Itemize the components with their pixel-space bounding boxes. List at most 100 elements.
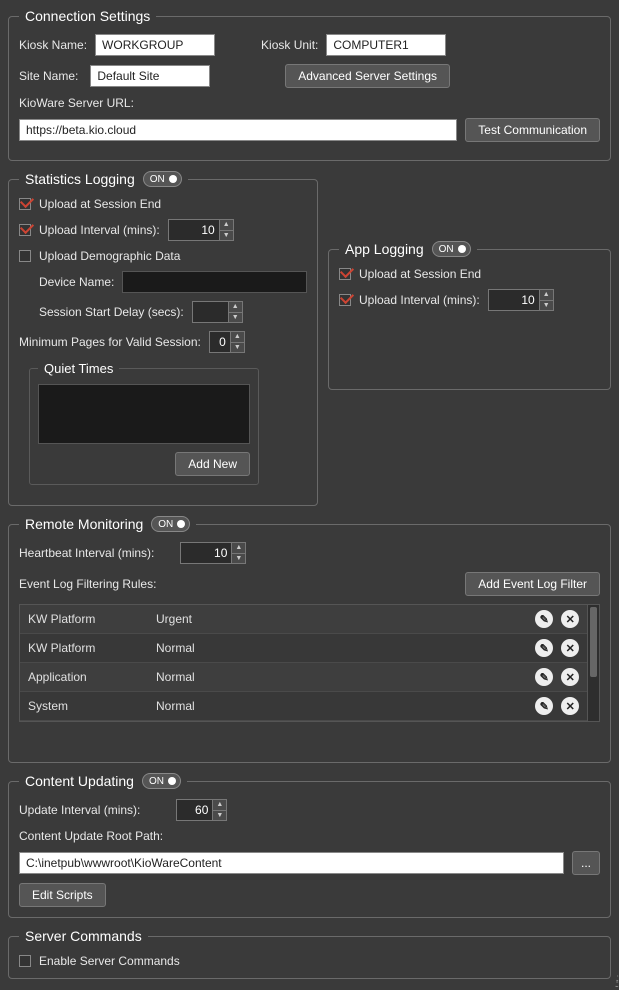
quiet-times-legend: Quiet Times	[38, 361, 119, 376]
delete-icon[interactable]: ✕	[561, 697, 579, 715]
scrollbar[interactable]	[588, 604, 600, 722]
edit-icon[interactable]: ✎	[535, 668, 553, 686]
applog-upload-session-end-checkbox[interactable]	[339, 268, 351, 280]
kiosk-name-input[interactable]	[95, 34, 215, 56]
upload-interval-checkbox[interactable]	[19, 224, 31, 236]
device-name-label: Device Name:	[39, 275, 114, 289]
upload-interval-label: Upload Interval (mins):	[39, 223, 160, 237]
update-interval-input[interactable]	[177, 800, 212, 820]
delete-icon[interactable]: ✕	[561, 639, 579, 657]
enable-server-commands-checkbox[interactable]	[19, 955, 31, 967]
upload-session-end-checkbox[interactable]	[19, 198, 31, 210]
add-event-log-filter-button[interactable]: Add Event Log Filter	[465, 572, 600, 596]
applog-upload-interval-spinner[interactable]: ▲▼	[488, 289, 554, 311]
filter-source: KW Platform	[28, 641, 148, 655]
spinner-down-icon[interactable]: ▼	[229, 313, 242, 323]
edit-icon[interactable]: ✎	[535, 610, 553, 628]
session-delay-spinner[interactable]: ▲▼	[192, 301, 243, 323]
applog-toggle-label: ON	[439, 244, 454, 255]
remote-toggle-label: ON	[158, 519, 173, 530]
session-delay-input[interactable]	[193, 302, 228, 322]
applog-upload-interval-input[interactable]	[489, 290, 539, 310]
site-name-input[interactable]	[90, 65, 210, 87]
toggle-knob-icon	[177, 520, 185, 528]
statistics-logging-group: Statistics Logging ON Upload at Session …	[8, 171, 318, 506]
scrollbar-thumb[interactable]	[590, 607, 597, 677]
delete-icon[interactable]: ✕	[561, 610, 579, 628]
add-new-button[interactable]: Add New	[175, 452, 250, 476]
spinner-down-icon[interactable]: ▼	[213, 811, 226, 821]
spinner-up-icon[interactable]: ▲	[220, 220, 233, 231]
spinner-down-icon[interactable]: ▼	[540, 301, 553, 311]
spinner-down-icon[interactable]: ▼	[220, 231, 233, 241]
device-name-input[interactable]	[122, 271, 307, 293]
browse-button[interactable]: ...	[572, 851, 600, 875]
table-row: Application Normal ✎ ✕	[20, 663, 587, 692]
connection-settings-group: Connection Settings Kiosk Name: Kiosk Un…	[8, 8, 611, 161]
upload-interval-spinner[interactable]: ▲▼	[168, 219, 234, 241]
spinner-down-icon[interactable]: ▼	[231, 343, 244, 353]
remote-toggle[interactable]: ON	[151, 516, 190, 532]
applog-toggle[interactable]: ON	[432, 241, 471, 257]
upload-demographic-label: Upload Demographic Data	[39, 249, 180, 263]
kiosk-unit-label: Kiosk Unit:	[261, 38, 318, 52]
edit-icon[interactable]: ✎	[535, 697, 553, 715]
upload-session-end-label: Upload at Session End	[39, 197, 161, 211]
server-url-label: KioWare Server URL:	[19, 96, 134, 110]
heartbeat-spinner[interactable]: ▲▼	[180, 542, 246, 564]
content-legend: Content Updating	[25, 773, 134, 789]
filter-level: Normal	[156, 641, 527, 655]
edit-scripts-button[interactable]: Edit Scripts	[19, 883, 106, 907]
test-communication-button[interactable]: Test Communication	[465, 118, 600, 142]
delete-icon[interactable]: ✕	[561, 668, 579, 686]
upload-interval-input[interactable]	[169, 220, 219, 240]
applog-legend: App Logging	[345, 241, 424, 257]
spinner-up-icon[interactable]: ▲	[213, 800, 226, 811]
toggle-knob-icon	[458, 245, 466, 253]
remote-monitoring-group: Remote Monitoring ON Heartbeat Interval …	[8, 516, 611, 763]
table-row: KW Platform Normal ✎ ✕	[20, 634, 587, 663]
remote-legend: Remote Monitoring	[25, 516, 143, 532]
event-log-filter-table: KW PlatformUrgent✎✕KW PlatformNormal✎✕Ap…	[19, 604, 588, 722]
filter-level: Normal	[156, 670, 527, 684]
spinner-up-icon[interactable]: ▲	[232, 543, 245, 554]
stats-toggle-label: ON	[150, 174, 165, 185]
quiet-times-group: Quiet Times Add New	[29, 361, 259, 485]
applog-upload-interval-checkbox[interactable]	[339, 294, 351, 306]
event-log-filter-label: Event Log Filtering Rules:	[19, 577, 156, 591]
toggle-knob-icon	[169, 175, 177, 183]
spinner-up-icon[interactable]: ▲	[231, 332, 244, 343]
server-commands-group: Server Commands Enable Server Commands	[8, 928, 611, 979]
content-updating-group: Content Updating ON Update Interval (min…	[8, 773, 611, 918]
stats-toggle[interactable]: ON	[143, 171, 182, 187]
server-commands-legend: Server Commands	[19, 928, 148, 944]
upload-demographic-checkbox[interactable]	[19, 250, 31, 262]
content-root-input[interactable]	[19, 852, 564, 874]
stats-legend: Statistics Logging	[25, 171, 135, 187]
kiosk-name-label: Kiosk Name:	[19, 38, 87, 52]
min-pages-spinner[interactable]: ▲▼	[209, 331, 245, 353]
site-name-label: Site Name:	[19, 69, 78, 83]
spinner-up-icon[interactable]: ▲	[540, 290, 553, 301]
quiet-times-list[interactable]	[38, 384, 250, 444]
resize-grip-icon[interactable]: .:.::	[615, 976, 617, 988]
applog-upload-interval-label: Upload Interval (mins):	[359, 293, 480, 307]
min-pages-input[interactable]	[210, 332, 230, 352]
server-url-input[interactable]	[19, 119, 457, 141]
advanced-server-settings-button[interactable]: Advanced Server Settings	[285, 64, 450, 88]
spinner-up-icon[interactable]: ▲	[229, 302, 242, 313]
filter-source: Application	[28, 670, 148, 684]
content-root-label: Content Update Root Path:	[19, 829, 163, 843]
spinner-down-icon[interactable]: ▼	[232, 554, 245, 564]
filter-level: Normal	[156, 699, 527, 713]
content-toggle[interactable]: ON	[142, 773, 181, 789]
applog-upload-session-end-label: Upload at Session End	[359, 267, 481, 281]
table-row: KW PlatformUrgent✎✕	[20, 605, 587, 634]
filter-source: System	[28, 699, 148, 713]
heartbeat-input[interactable]	[181, 543, 231, 563]
edit-icon[interactable]: ✎	[535, 639, 553, 657]
kiosk-unit-input[interactable]	[326, 34, 446, 56]
update-interval-spinner[interactable]: ▲▼	[176, 799, 227, 821]
heartbeat-label: Heartbeat Interval (mins):	[19, 546, 154, 560]
filter-source: KW Platform	[28, 612, 148, 626]
